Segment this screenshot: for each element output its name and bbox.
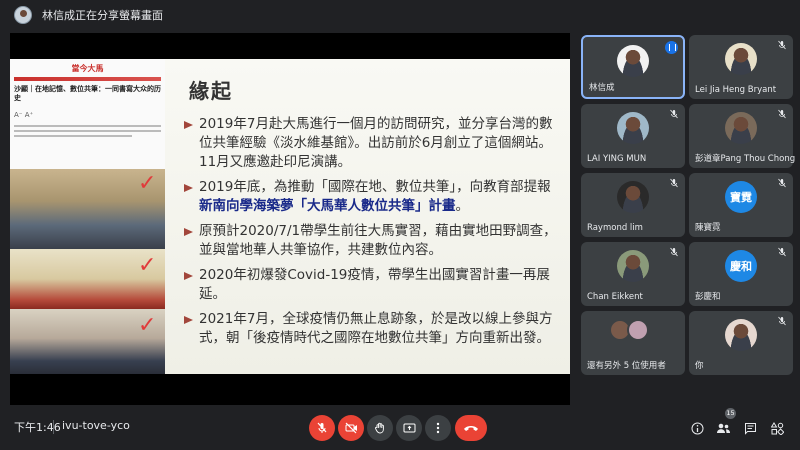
divider (53, 420, 54, 434)
participant-tile[interactable]: Lei Jia Heng Bryant (689, 35, 793, 99)
mic-off-icon (778, 109, 786, 119)
bullet-text: 2019年7月赴大馬進行一個月的訪問研究，並分享台灣的數位共筆經驗《淡水維基館》… (199, 116, 553, 170)
bullet-text: 原預計2020/7/1帶學生前往大馬實習，藉由實地田野調查，並與當地華人共筆協作… (199, 223, 557, 258)
bullet-highlight: 新南向學海築夢「大馬華人數位共筆」計畫 (199, 198, 456, 214)
mic-toggle-button[interactable] (309, 415, 335, 441)
shared-slide: 當今大馬 沙顯｜在地記憶、數位共筆：一同書寫大众的历史 A⁻ A⁺ ✓ ✓ ✓ … (10, 59, 570, 374)
presenting-banner: 林信成正在分享螢幕畫面 (0, 0, 800, 30)
article-font-size: A⁻ A⁺ (14, 111, 34, 119)
participant-tile[interactable]: 寶霓 陳寶霓 (689, 173, 793, 237)
more-options-button[interactable] (425, 415, 451, 441)
participant-tile[interactable]: Raymond lim (581, 173, 685, 237)
more-participants-avatars (609, 319, 649, 341)
meeting-info-button[interactable] (688, 419, 706, 437)
slide-bullet: 2019年底，為推動「國際在地、數位共筆」，向教育部提報新南向學海築夢「大馬華人… (183, 178, 563, 216)
participant-initials: 寶霓 (725, 181, 757, 213)
slide-photos: 當今大馬 沙顯｜在地記憶、數位共筆：一同書寫大众的历史 A⁻ A⁺ ✓ ✓ ✓ (10, 59, 165, 374)
participant-avatar (617, 250, 649, 282)
meet-window: 林信成正在分享螢幕畫面 當今大馬 沙顯｜在地記憶、數位共筆：一同書寫大众的历史 … (0, 0, 800, 450)
bullet-text: 2019年底，為推動「國際在地、數位共筆」，向教育部提報 (199, 179, 551, 195)
mic-off-icon (778, 247, 786, 257)
meeting-controls-bar: 下午1:46 ivu-tove-yco 15 (0, 405, 800, 450)
presenting-text: 林信成正在分享螢幕畫面 (42, 9, 163, 22)
hang-up-icon (464, 426, 478, 431)
mic-off-icon (670, 178, 678, 188)
leave-call-button[interactable] (455, 415, 487, 441)
participant-avatar (617, 45, 649, 77)
bullet-text: 2021年7月，全球疫情仍無止息跡象，於是改以線上參與方式，朝「後疫情時代之國際… (199, 311, 553, 346)
mic-off-icon (778, 316, 786, 326)
article-title: 沙顯｜在地記憶、數位共筆：一同書寫大众的历史 (14, 85, 161, 102)
participant-name: Lei Jia Heng Bryant (695, 85, 777, 95)
camera-toggle-button[interactable] (338, 415, 364, 441)
news-article: 當今大馬 沙顯｜在地記憶、數位共筆：一同書寫大众的历史 A⁻ A⁺ (10, 59, 165, 169)
mic-off-icon (670, 109, 678, 119)
slide-bullet: 2020年初爆發Covid-19疫情，帶學生出國實習計畫一再展延。 (183, 266, 563, 304)
forum-photo: ✓ (10, 309, 165, 374)
check-mark-icon: ✓ (138, 253, 157, 278)
participant-name: Raymond lim (587, 223, 643, 233)
people-icon (716, 423, 730, 433)
present-screen-button[interactable] (396, 415, 422, 441)
article-stripe (14, 77, 161, 81)
shapes-icon (770, 421, 784, 435)
bullet-text: 2020年初爆發Covid-19疫情，帶學生出國實習計畫一再展延。 (199, 267, 550, 302)
participant-name: 彭慶和 (695, 292, 721, 302)
article-text-lines (14, 125, 161, 137)
group-photo: ✓ (10, 169, 165, 249)
people-button[interactable] (714, 419, 732, 437)
participant-avatar (617, 112, 649, 144)
slide-bullet: 2021年7月，全球疫情仍無止息跡象，於是改以線上參與方式，朝「後疫情時代之國際… (183, 310, 563, 348)
check-mark-icon: ✓ (138, 313, 157, 338)
present-icon (403, 423, 415, 433)
participant-avatar (617, 181, 649, 213)
slide-bullet: 原預計2020/7/1帶學生前往大馬實習，藉由實地田野調查，並與當地華人共筆協作… (183, 222, 563, 260)
camera-off-icon (345, 422, 357, 434)
article-logo: 當今大馬 (71, 64, 104, 73)
mic-off-icon (778, 178, 786, 188)
participant-name: 陳寶霓 (695, 223, 721, 233)
participant-avatar (725, 319, 757, 351)
participant-name: 還有另外 5 位使用者 (587, 361, 666, 371)
info-icon (691, 422, 703, 434)
slide-bullets: 2019年7月赴大馬進行一個月的訪問研究，並分享台灣的數位共筆經驗《淡水維基館》… (183, 115, 563, 354)
participant-tile[interactable]: 還有另外 5 位使用者 (581, 311, 685, 375)
mic-off-icon (317, 422, 327, 433)
participant-name: LAI YING MUN (587, 154, 647, 164)
speaking-indicator-icon (665, 41, 678, 54)
participant-name: Chan Eikkent (587, 292, 643, 302)
participant-avatar (725, 112, 757, 144)
participant-tile[interactable]: 彭道章Pang Thou Chong (689, 104, 796, 168)
participant-tile[interactable]: 林信成 (581, 35, 685, 99)
participant-name: 林信成 (589, 83, 615, 93)
participant-tile[interactable]: LAI YING MUN (581, 104, 685, 168)
chat-icon (744, 422, 756, 435)
mic-off-icon (670, 247, 678, 257)
participant-name: 彭道章Pang Thou Chong (695, 154, 796, 164)
meeting-code: ivu-tove-yco (62, 419, 130, 432)
more-vert-icon (436, 422, 440, 434)
raise-hand-button[interactable] (367, 415, 393, 441)
chat-button[interactable] (741, 419, 759, 437)
mic-off-icon (778, 40, 786, 50)
activities-button[interactable] (768, 419, 786, 437)
participant-initials: 慶和 (725, 250, 757, 282)
slide-content: 緣起 2019年7月赴大馬進行一個月的訪問研究，並分享台灣的數位共筆經驗《淡水維… (165, 59, 570, 374)
slide-title: 緣起 (189, 79, 233, 103)
participant-count-badge: 15 (725, 408, 736, 419)
participant-name: 你 (695, 361, 704, 371)
participant-tile[interactable]: 你 (689, 311, 793, 375)
slide-bullet: 2019年7月赴大馬進行一個月的訪問研究，並分享台灣的數位共筆經驗《淡水維基館》… (183, 115, 563, 172)
speech-photo: ✓ (10, 249, 165, 309)
participant-tile[interactable]: 慶和 彭慶和 (689, 242, 793, 306)
participant-tile[interactable]: Chan Eikkent (581, 242, 685, 306)
participant-avatar (725, 43, 757, 75)
hand-icon (375, 422, 384, 434)
presentation-view[interactable]: 當今大馬 沙顯｜在地記憶、數位共筆：一同書寫大众的历史 A⁻ A⁺ ✓ ✓ ✓ … (10, 33, 570, 405)
bullet-text: 。 (455, 198, 470, 214)
check-mark-icon: ✓ (138, 171, 157, 196)
presenter-avatar (14, 6, 32, 24)
